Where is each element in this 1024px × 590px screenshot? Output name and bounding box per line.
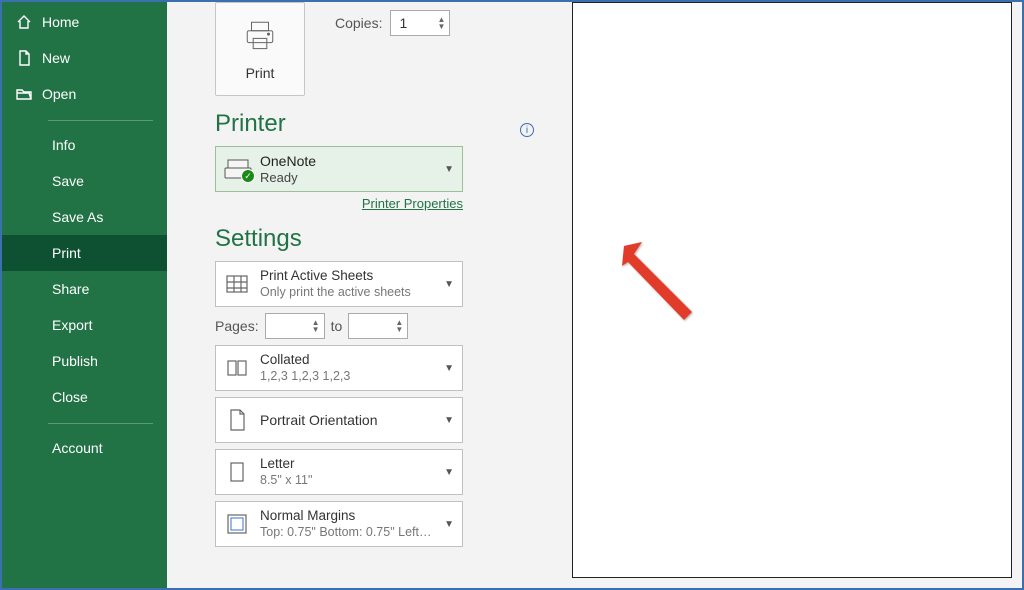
folder-open-icon bbox=[16, 86, 32, 102]
copies-control: Copies: 1 ▲▼ bbox=[335, 2, 450, 36]
paper-line1: Letter bbox=[260, 456, 434, 472]
print-button-label: Print bbox=[246, 65, 275, 81]
new-doc-icon bbox=[16, 50, 32, 66]
sidebar-label-home: Home bbox=[42, 14, 79, 30]
print-what-line2: Only print the active sheets bbox=[260, 285, 434, 300]
paper-line2: 8.5" x 11" bbox=[260, 473, 434, 488]
collated-line1: Collated bbox=[260, 352, 434, 368]
caret-down-icon: ▼ bbox=[444, 415, 454, 426]
sidebar-label-account: Account bbox=[52, 440, 103, 456]
sidebar-label-open: Open bbox=[42, 86, 76, 102]
copies-label: Copies: bbox=[335, 15, 382, 31]
chevron-down-icon[interactable]: ▼ bbox=[438, 23, 446, 30]
sidebar-item-open[interactable]: Open bbox=[2, 76, 167, 112]
home-icon bbox=[16, 14, 32, 30]
print-settings-panel: Print Copies: 1 ▲▼ Printer i ✓ bbox=[167, 2, 552, 588]
caret-down-icon: ▼ bbox=[444, 467, 454, 478]
sidebar-item-new[interactable]: New bbox=[2, 40, 167, 76]
printer-section-title: Printer bbox=[215, 110, 286, 138]
sidebar-divider bbox=[48, 120, 153, 121]
sidebar-item-info[interactable]: Info bbox=[2, 127, 167, 163]
sheets-icon bbox=[224, 271, 250, 297]
print-backstage: Print Copies: 1 ▲▼ Printer i ✓ bbox=[167, 2, 1022, 588]
print-preview bbox=[552, 2, 1022, 588]
orientation-dropdown[interactable]: Portrait Orientation ▼ bbox=[215, 397, 463, 443]
printer-icon bbox=[243, 18, 277, 57]
spinner-arrows: ▲▼ bbox=[438, 16, 446, 30]
sidebar-item-export[interactable]: Export bbox=[2, 307, 167, 343]
preview-page bbox=[572, 2, 1012, 578]
printer-dropdown[interactable]: ✓ OneNote Ready ▼ bbox=[215, 146, 463, 192]
chevron-down-icon[interactable]: ▼ bbox=[395, 326, 403, 333]
sidebar-label-close: Close bbox=[52, 389, 88, 405]
caret-down-icon: ▼ bbox=[444, 519, 454, 530]
paper-size-dropdown[interactable]: Letter 8.5" x 11" ▼ bbox=[215, 449, 463, 495]
check-icon: ✓ bbox=[241, 169, 255, 183]
sidebar-label-export: Export bbox=[52, 317, 92, 333]
copies-spinner[interactable]: 1 ▲▼ bbox=[390, 10, 450, 36]
margins-line1: Normal Margins bbox=[260, 508, 434, 524]
pages-to-word: to bbox=[331, 318, 343, 334]
printer-name: OneNote bbox=[260, 153, 436, 170]
margins-line2: Top: 0.75" Bottom: 0.75" Left:… bbox=[260, 525, 434, 540]
pages-to-spinner[interactable]: ▲▼ bbox=[348, 313, 408, 339]
copies-value: 1 bbox=[399, 15, 407, 31]
settings-section-title: Settings bbox=[215, 225, 534, 253]
info-icon[interactable]: i bbox=[520, 123, 534, 137]
collated-dropdown[interactable]: Collated 1,2,3 1,2,3 1,2,3 ▼ bbox=[215, 345, 463, 391]
portrait-icon bbox=[224, 407, 250, 433]
sidebar-item-share[interactable]: Share bbox=[2, 271, 167, 307]
caret-down-icon: ▼ bbox=[444, 363, 454, 374]
sidebar-item-account[interactable]: Account bbox=[2, 430, 167, 466]
caret-down-icon: ▼ bbox=[444, 164, 454, 175]
sidebar-label-saveas: Save As bbox=[52, 209, 103, 225]
printer-properties-link[interactable]: Printer Properties bbox=[215, 196, 463, 211]
sidebar-label-print: Print bbox=[52, 245, 81, 261]
pages-from-spinner[interactable]: ▲▼ bbox=[265, 313, 325, 339]
sidebar-label-share: Share bbox=[52, 281, 89, 297]
collated-line2: 1,2,3 1,2,3 1,2,3 bbox=[260, 369, 434, 384]
collate-icon bbox=[224, 355, 250, 381]
print-button[interactable]: Print bbox=[215, 2, 305, 96]
orientation-line1: Portrait Orientation bbox=[260, 412, 434, 429]
sidebar-divider-2 bbox=[48, 423, 153, 424]
chevron-down-icon[interactable]: ▼ bbox=[312, 326, 320, 333]
printer-status-icon: ✓ bbox=[224, 158, 252, 180]
sidebar-label-publish: Publish bbox=[52, 353, 98, 369]
sidebar-item-home[interactable]: Home bbox=[2, 4, 167, 40]
printer-status: Ready bbox=[260, 170, 436, 186]
backstage-sidebar: Home New Open Info Save Save As Print Sh… bbox=[2, 2, 167, 588]
margins-dropdown[interactable]: Normal Margins Top: 0.75" Bottom: 0.75" … bbox=[215, 501, 463, 547]
pages-label: Pages: bbox=[215, 318, 259, 334]
sidebar-item-save[interactable]: Save bbox=[2, 163, 167, 199]
sidebar-item-saveas[interactable]: Save As bbox=[2, 199, 167, 235]
sidebar-item-publish[interactable]: Publish bbox=[2, 343, 167, 379]
sidebar-label-save: Save bbox=[52, 173, 84, 189]
margins-icon bbox=[224, 511, 250, 537]
pages-row: Pages: ▲▼ to ▲▼ bbox=[215, 313, 463, 339]
print-what-line1: Print Active Sheets bbox=[260, 268, 434, 284]
print-what-dropdown[interactable]: Print Active Sheets Only print the activ… bbox=[215, 261, 463, 307]
sidebar-label-info: Info bbox=[52, 137, 75, 153]
caret-down-icon: ▼ bbox=[444, 279, 454, 290]
page-icon bbox=[224, 459, 250, 485]
sidebar-label-new: New bbox=[42, 50, 70, 66]
sidebar-item-print[interactable]: Print bbox=[2, 235, 167, 271]
sidebar-item-close[interactable]: Close bbox=[2, 379, 167, 415]
